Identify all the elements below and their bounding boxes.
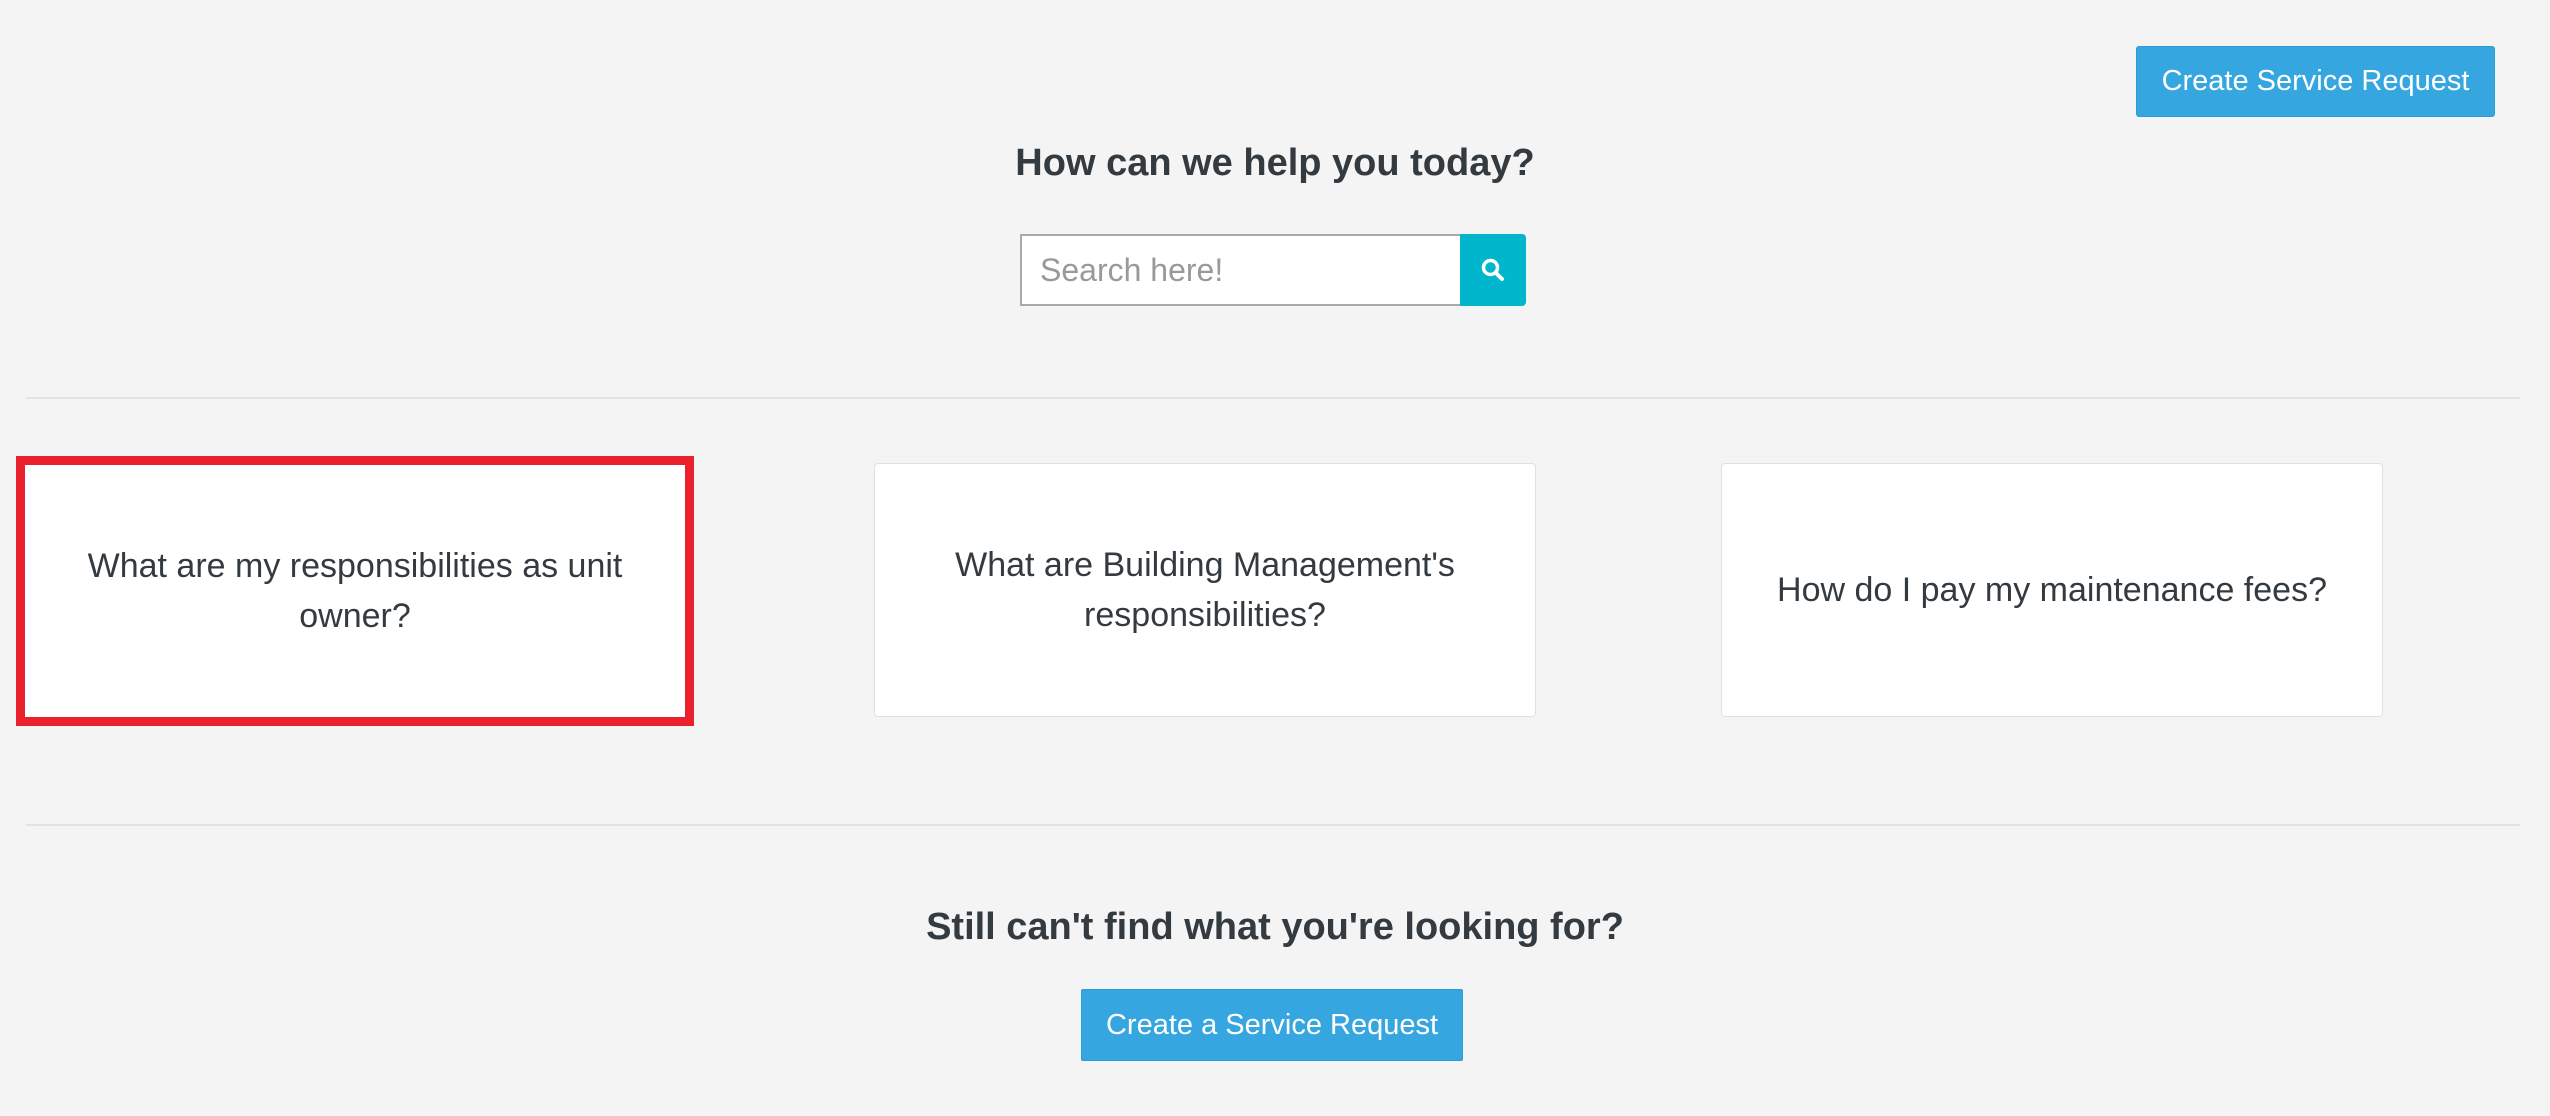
help-title: How can we help you today? [1015,142,1535,184]
faq-card-label: What are Building Management's responsib… [955,546,1455,634]
search-button[interactable] [1460,234,1526,306]
faq-card-building-management-responsibilities[interactable]: What are Building Management's responsib… [874,463,1536,717]
create-service-request-button[interactable]: Create Service Request [2136,46,2495,117]
faq-card-label: How do I pay my maintenance fees? [1777,571,2327,609]
divider [26,397,2520,399]
faq-card-unit-owner-responsibilities[interactable]: What are my responsibilities as unit own… [16,456,694,726]
faq-card-label: What are my responsibilities as unit own… [87,547,623,635]
faq-card-maintenance-fees[interactable]: How do I pay my maintenance fees? [1721,463,2383,717]
still-cant-find-title: Still can't find what you're looking for… [926,906,1624,948]
search-input[interactable] [1020,234,1460,306]
create-a-service-request-button[interactable]: Create a Service Request [1081,989,1463,1061]
search-icon [1481,258,1504,281]
divider [26,824,2520,826]
search-bar [1020,234,1526,306]
